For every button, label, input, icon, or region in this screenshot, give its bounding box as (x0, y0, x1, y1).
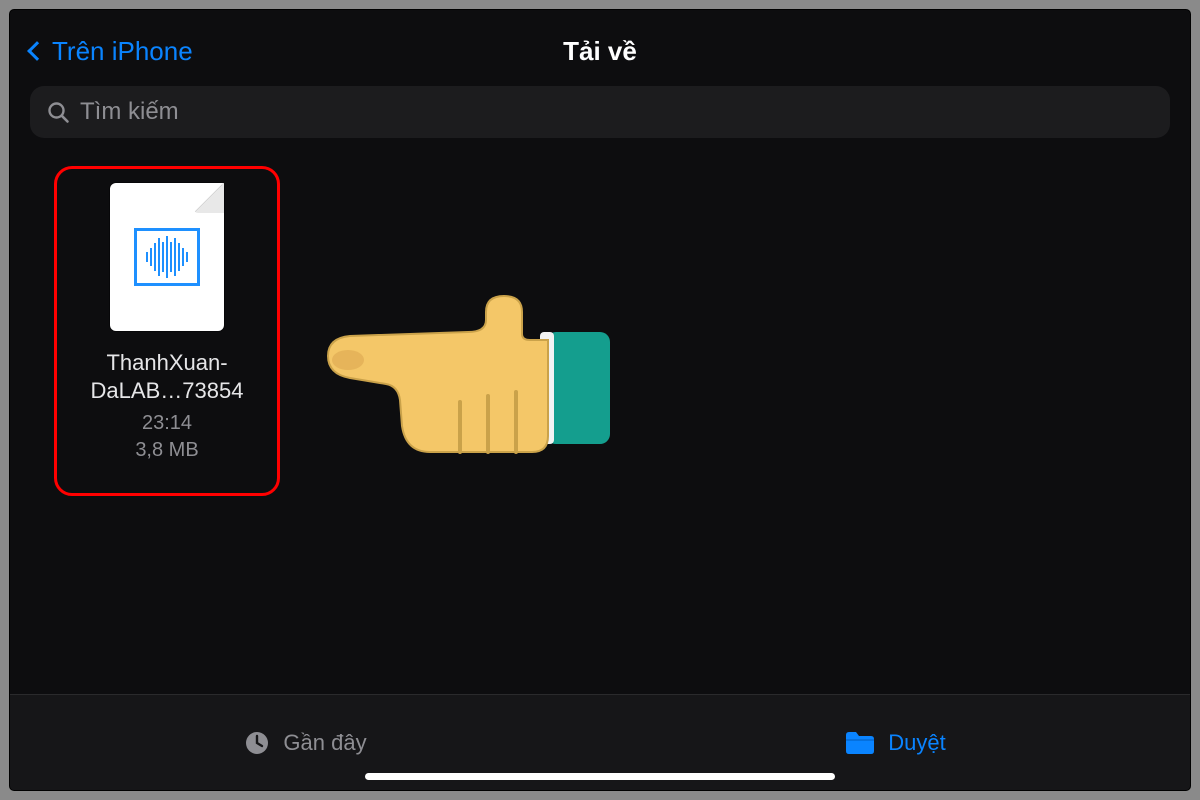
tab-browse-label: Duyệt (888, 730, 945, 756)
search-field[interactable] (30, 86, 1170, 138)
back-label: Trên iPhone (52, 36, 193, 67)
clock-icon (243, 729, 271, 757)
file-meta: 23:14 3,8 MB (135, 410, 198, 464)
file-name: ThanhXuan- DaLAB…73854 (91, 349, 244, 404)
files-app-screen: Trên iPhone Tải về (10, 10, 1190, 790)
waveform-icon (134, 228, 200, 286)
page-title: Tải về (563, 36, 637, 67)
file-item-audio[interactable]: ThanhXuan- DaLAB…73854 23:14 3,8 MB (54, 166, 280, 496)
audio-file-icon (110, 183, 224, 331)
home-indicator[interactable] (365, 773, 835, 780)
search-input[interactable] (80, 98, 1154, 126)
back-button[interactable]: Trên iPhone (30, 36, 193, 67)
nav-header: Trên iPhone Tải về (10, 22, 1190, 80)
file-grid: ThanhXuan- DaLAB…73854 23:14 3,8 MB (10, 156, 1190, 694)
pointing-hand-icon (310, 276, 620, 486)
folder-icon (844, 730, 876, 756)
tab-bar: Gần đây Duyệt (10, 694, 1190, 790)
search-wrap (10, 80, 1190, 156)
search-icon (46, 100, 70, 124)
tab-recents-label: Gần đây (283, 730, 366, 756)
chevron-left-icon (27, 41, 47, 61)
file-size: 3,8 MB (135, 439, 198, 461)
file-time: 23:14 (142, 412, 192, 434)
